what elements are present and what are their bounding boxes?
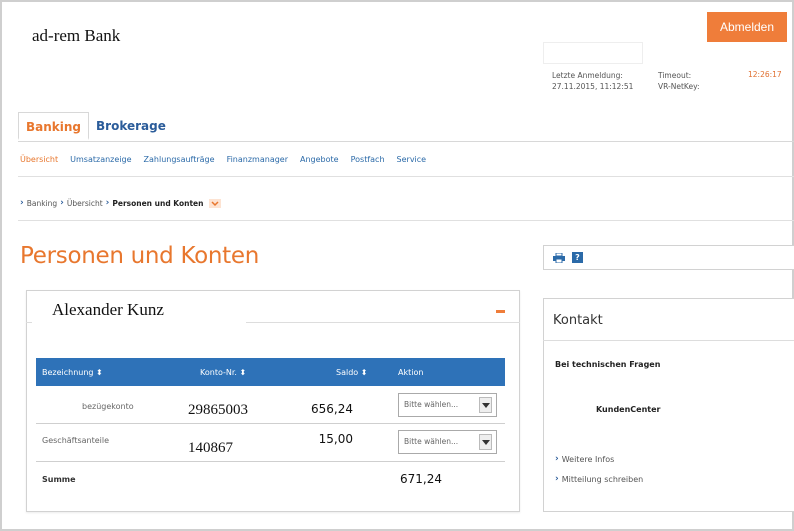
- action-select[interactable]: Bitte wählen...: [398, 430, 497, 454]
- breadcrumb-arrow-icon: ›: [105, 198, 110, 208]
- contact-title: Kontakt: [553, 313, 603, 328]
- link-label: Mitteilung schreiben: [561, 474, 644, 484]
- subnav-finanzmanager[interactable]: Finanzmanager: [227, 155, 288, 164]
- tab-divider: [18, 141, 794, 142]
- collapse-icon[interactable]: [496, 310, 505, 313]
- subnav-angebote[interactable]: Angebote: [300, 155, 339, 164]
- last-login-label: Letzte Anmeldung:: [552, 71, 623, 80]
- column-konto-nr[interactable]: Konto-Nr. ⬍: [200, 368, 246, 377]
- action-select[interactable]: Bitte wählen...: [398, 393, 497, 417]
- print-icon[interactable]: [553, 253, 565, 263]
- chevron-right-icon: ›: [555, 454, 559, 464]
- last-login-info: Letzte Anmeldung: 27.11.2015, 11:12:51: [552, 70, 633, 92]
- timeout-label: Timeout:: [658, 71, 692, 80]
- tab-brokerage[interactable]: Brokerage: [89, 112, 173, 140]
- logout-button[interactable]: Abmelden: [707, 12, 787, 42]
- last-login-value: 27.11.2015, 11:12:51: [552, 82, 634, 91]
- contact-center: KundenCenter: [596, 405, 661, 414]
- help-icon[interactable]: ?: [572, 252, 583, 263]
- page-title: Personen und Konten: [20, 243, 260, 269]
- table-row: Geschäftsanteile 140867 15,00 Bitte wähl…: [36, 426, 505, 462]
- subnav-umsatzanzeige[interactable]: Umsatzanzeige: [70, 155, 131, 164]
- link-mitteilung-schreiben[interactable]: › Mitteilung schreiben: [555, 474, 643, 484]
- link-weitere-infos[interactable]: › Weitere Infos: [555, 454, 614, 464]
- bank-logo: ad-rem Bank: [32, 26, 121, 45]
- main-tabs: Banking Brokerage: [18, 112, 173, 140]
- account-number: 140867: [188, 440, 233, 456]
- accounts-table-header: Bezeichnung ⬍ Konto-Nr. ⬍ Saldo ⬍ Aktion: [36, 358, 505, 386]
- account-name: Geschäftsanteile: [42, 436, 110, 445]
- sum-label: Summe: [42, 475, 76, 484]
- sum-value: 671,24: [400, 472, 442, 486]
- action-select-value: Bitte wählen...: [404, 400, 459, 409]
- subnav-uebersicht[interactable]: Übersicht: [20, 155, 58, 164]
- session-box: [543, 42, 643, 64]
- account-saldo: 15,00: [318, 432, 353, 446]
- breadcrumb-uebersicht[interactable]: Übersicht: [67, 199, 103, 208]
- column-bezeichnung[interactable]: Bezeichnung ⬍: [42, 368, 103, 377]
- action-select-value: Bitte wählen...: [404, 437, 459, 446]
- column-aktion: Aktion: [398, 368, 424, 377]
- subnav-service[interactable]: Service: [397, 155, 427, 164]
- breadcrumb-arrow-icon: ›: [60, 198, 64, 208]
- link-label: Weitere Infos: [561, 454, 615, 464]
- column-saldo[interactable]: Saldo ⬍: [336, 368, 367, 377]
- chevron-down-icon[interactable]: [479, 434, 492, 450]
- breadcrumb-arrow-icon: ›: [20, 198, 24, 208]
- account-name: bezügekonto: [82, 402, 134, 411]
- contact-divider: [543, 340, 794, 341]
- sub-navigation: Übersicht Umsatzanzeige Zahlungsaufträge…: [20, 155, 426, 164]
- breadcrumb-divider: [18, 220, 794, 221]
- timeout-value: 12:26:17: [748, 70, 782, 79]
- contact-question: Bei technischen Fragen: [555, 360, 661, 369]
- breadcrumb-dropdown-icon[interactable]: [209, 198, 222, 208]
- breadcrumb-current: Personen und Konten: [112, 198, 204, 208]
- table-row: bezügekonto 29865003 656,24 Bitte wählen…: [36, 392, 505, 424]
- page-toolbar: ?: [543, 245, 794, 270]
- subnav-postfach[interactable]: Postfach: [351, 155, 385, 164]
- account-saldo: 656,24: [311, 402, 353, 416]
- subnav-zahlungsauftraege[interactable]: Zahlungsaufträge: [144, 155, 215, 164]
- breadcrumb: › Banking › Übersicht › Personen und Kon…: [20, 198, 222, 208]
- breadcrumb-banking[interactable]: Banking: [27, 199, 57, 208]
- subnav-divider: [18, 176, 794, 177]
- chevron-down-icon[interactable]: [479, 397, 492, 413]
- vr-netkey-label: VR-NetKey:: [658, 82, 700, 91]
- account-number: 29865003: [188, 402, 248, 418]
- chevron-right-icon: ›: [555, 474, 559, 484]
- tab-banking[interactable]: Banking: [18, 112, 90, 140]
- timeout-info: Timeout: VR-NetKey:: [658, 70, 700, 92]
- account-holder-name: Alexander Kunz: [32, 294, 246, 326]
